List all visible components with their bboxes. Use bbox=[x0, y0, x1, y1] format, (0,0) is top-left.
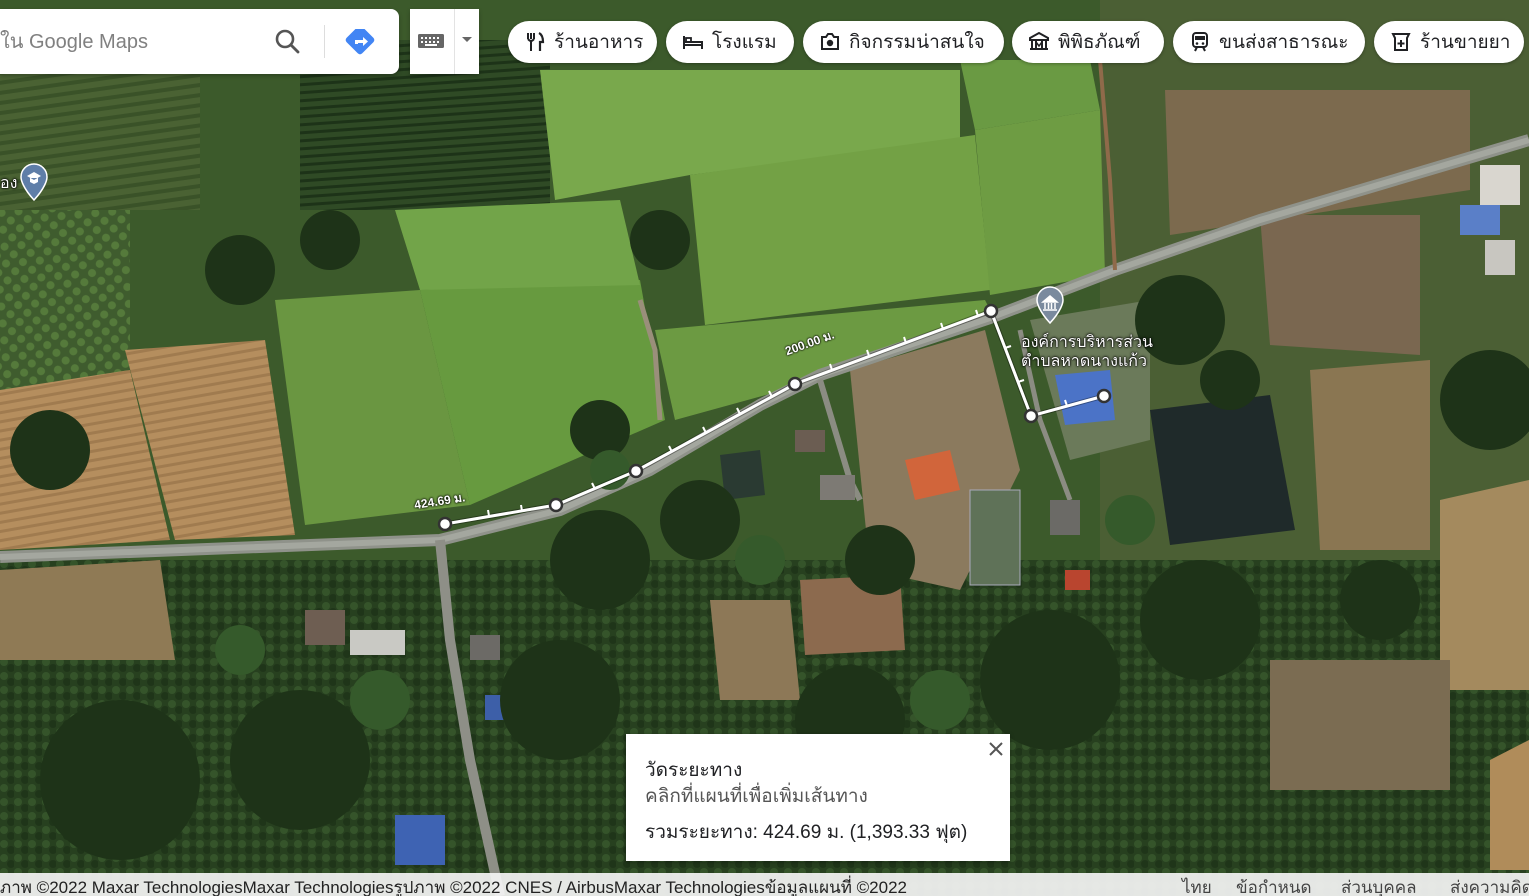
search-box bbox=[0, 9, 399, 74]
chevron-down-icon[interactable] bbox=[460, 35, 474, 45]
chip-hotels[interactable]: โรงแรม bbox=[666, 21, 794, 63]
privacy-link[interactable]: ส่วนบุคคล bbox=[1341, 874, 1417, 896]
search-divider bbox=[324, 25, 325, 58]
chip-label: พิพิธภัณฑ์ bbox=[1058, 32, 1141, 53]
attribution-bar: ภาพ ©2022 Maxar TechnologiesMaxar Techno… bbox=[0, 873, 1529, 896]
search-input[interactable] bbox=[0, 26, 250, 58]
pharmacy-icon bbox=[1391, 33, 1411, 51]
keyboard-icon bbox=[418, 34, 444, 48]
measure-card-total: รวมระยะทาง: 424.69 ม. (1,393.33 ฟุต) bbox=[645, 822, 968, 843]
input-tools-button[interactable] bbox=[410, 9, 479, 74]
chip-transit[interactable]: ขนส่งสาธารณะ bbox=[1173, 21, 1365, 63]
search-icon bbox=[275, 29, 300, 54]
close-button[interactable] bbox=[986, 739, 1006, 759]
directions-button[interactable] bbox=[343, 25, 379, 55]
chip-things-to-do[interactable]: กิจกรรมน่าสนใจ bbox=[803, 21, 1004, 63]
chip-label: กิจกรรมน่าสนใจ bbox=[849, 32, 985, 53]
fork-knife-icon bbox=[527, 32, 545, 51]
poi-label-line1: องค์การบริหารส่วน bbox=[1021, 334, 1153, 351]
train-icon bbox=[1192, 32, 1208, 52]
camera-icon bbox=[821, 33, 839, 50]
directions-icon bbox=[345, 25, 375, 55]
poi-label-government-office[interactable]: องค์การบริหารส่วน ตำบลหาดนางแก้ว bbox=[1021, 333, 1153, 371]
chip-label: โรงแรม bbox=[712, 32, 777, 53]
chip-restaurants[interactable]: ร้านอาหาร bbox=[508, 21, 657, 63]
input-tools-divider bbox=[454, 9, 455, 74]
chip-label: ร้านอาหาร bbox=[554, 32, 644, 53]
imagery-attribution: ภาพ ©2022 Maxar TechnologiesMaxar Techno… bbox=[0, 878, 907, 896]
poi-label-line2: ตำบลหาดนางแก้ว bbox=[1021, 353, 1147, 370]
chip-pharmacies[interactable]: ร้านขายยา bbox=[1374, 21, 1524, 63]
terms-link[interactable]: ข้อกำหนด bbox=[1236, 874, 1312, 896]
feedback-link[interactable]: ส่งความคิดเห็น bbox=[1450, 874, 1529, 896]
chip-museums[interactable]: พิพิธภัณฑ์ bbox=[1012, 21, 1164, 63]
bed-icon bbox=[683, 36, 703, 49]
search-button[interactable] bbox=[270, 27, 304, 57]
museum-icon bbox=[1029, 31, 1049, 50]
poi-label-school[interactable]: อง bbox=[0, 174, 17, 193]
chip-label: ขนส่งสาธารณะ bbox=[1219, 32, 1349, 53]
chip-label: ร้านขายยา bbox=[1420, 32, 1511, 53]
measure-card-hint: คลิกที่แผนที่เพื่อเพิ่มเส้นทาง bbox=[645, 786, 868, 807]
language-link[interactable]: ไทย bbox=[1182, 874, 1212, 896]
measure-distance-card: วัดระยะทาง คลิกที่แผนที่เพื่อเพิ่มเส้นทา… bbox=[626, 734, 1010, 861]
close-icon bbox=[989, 742, 1003, 756]
